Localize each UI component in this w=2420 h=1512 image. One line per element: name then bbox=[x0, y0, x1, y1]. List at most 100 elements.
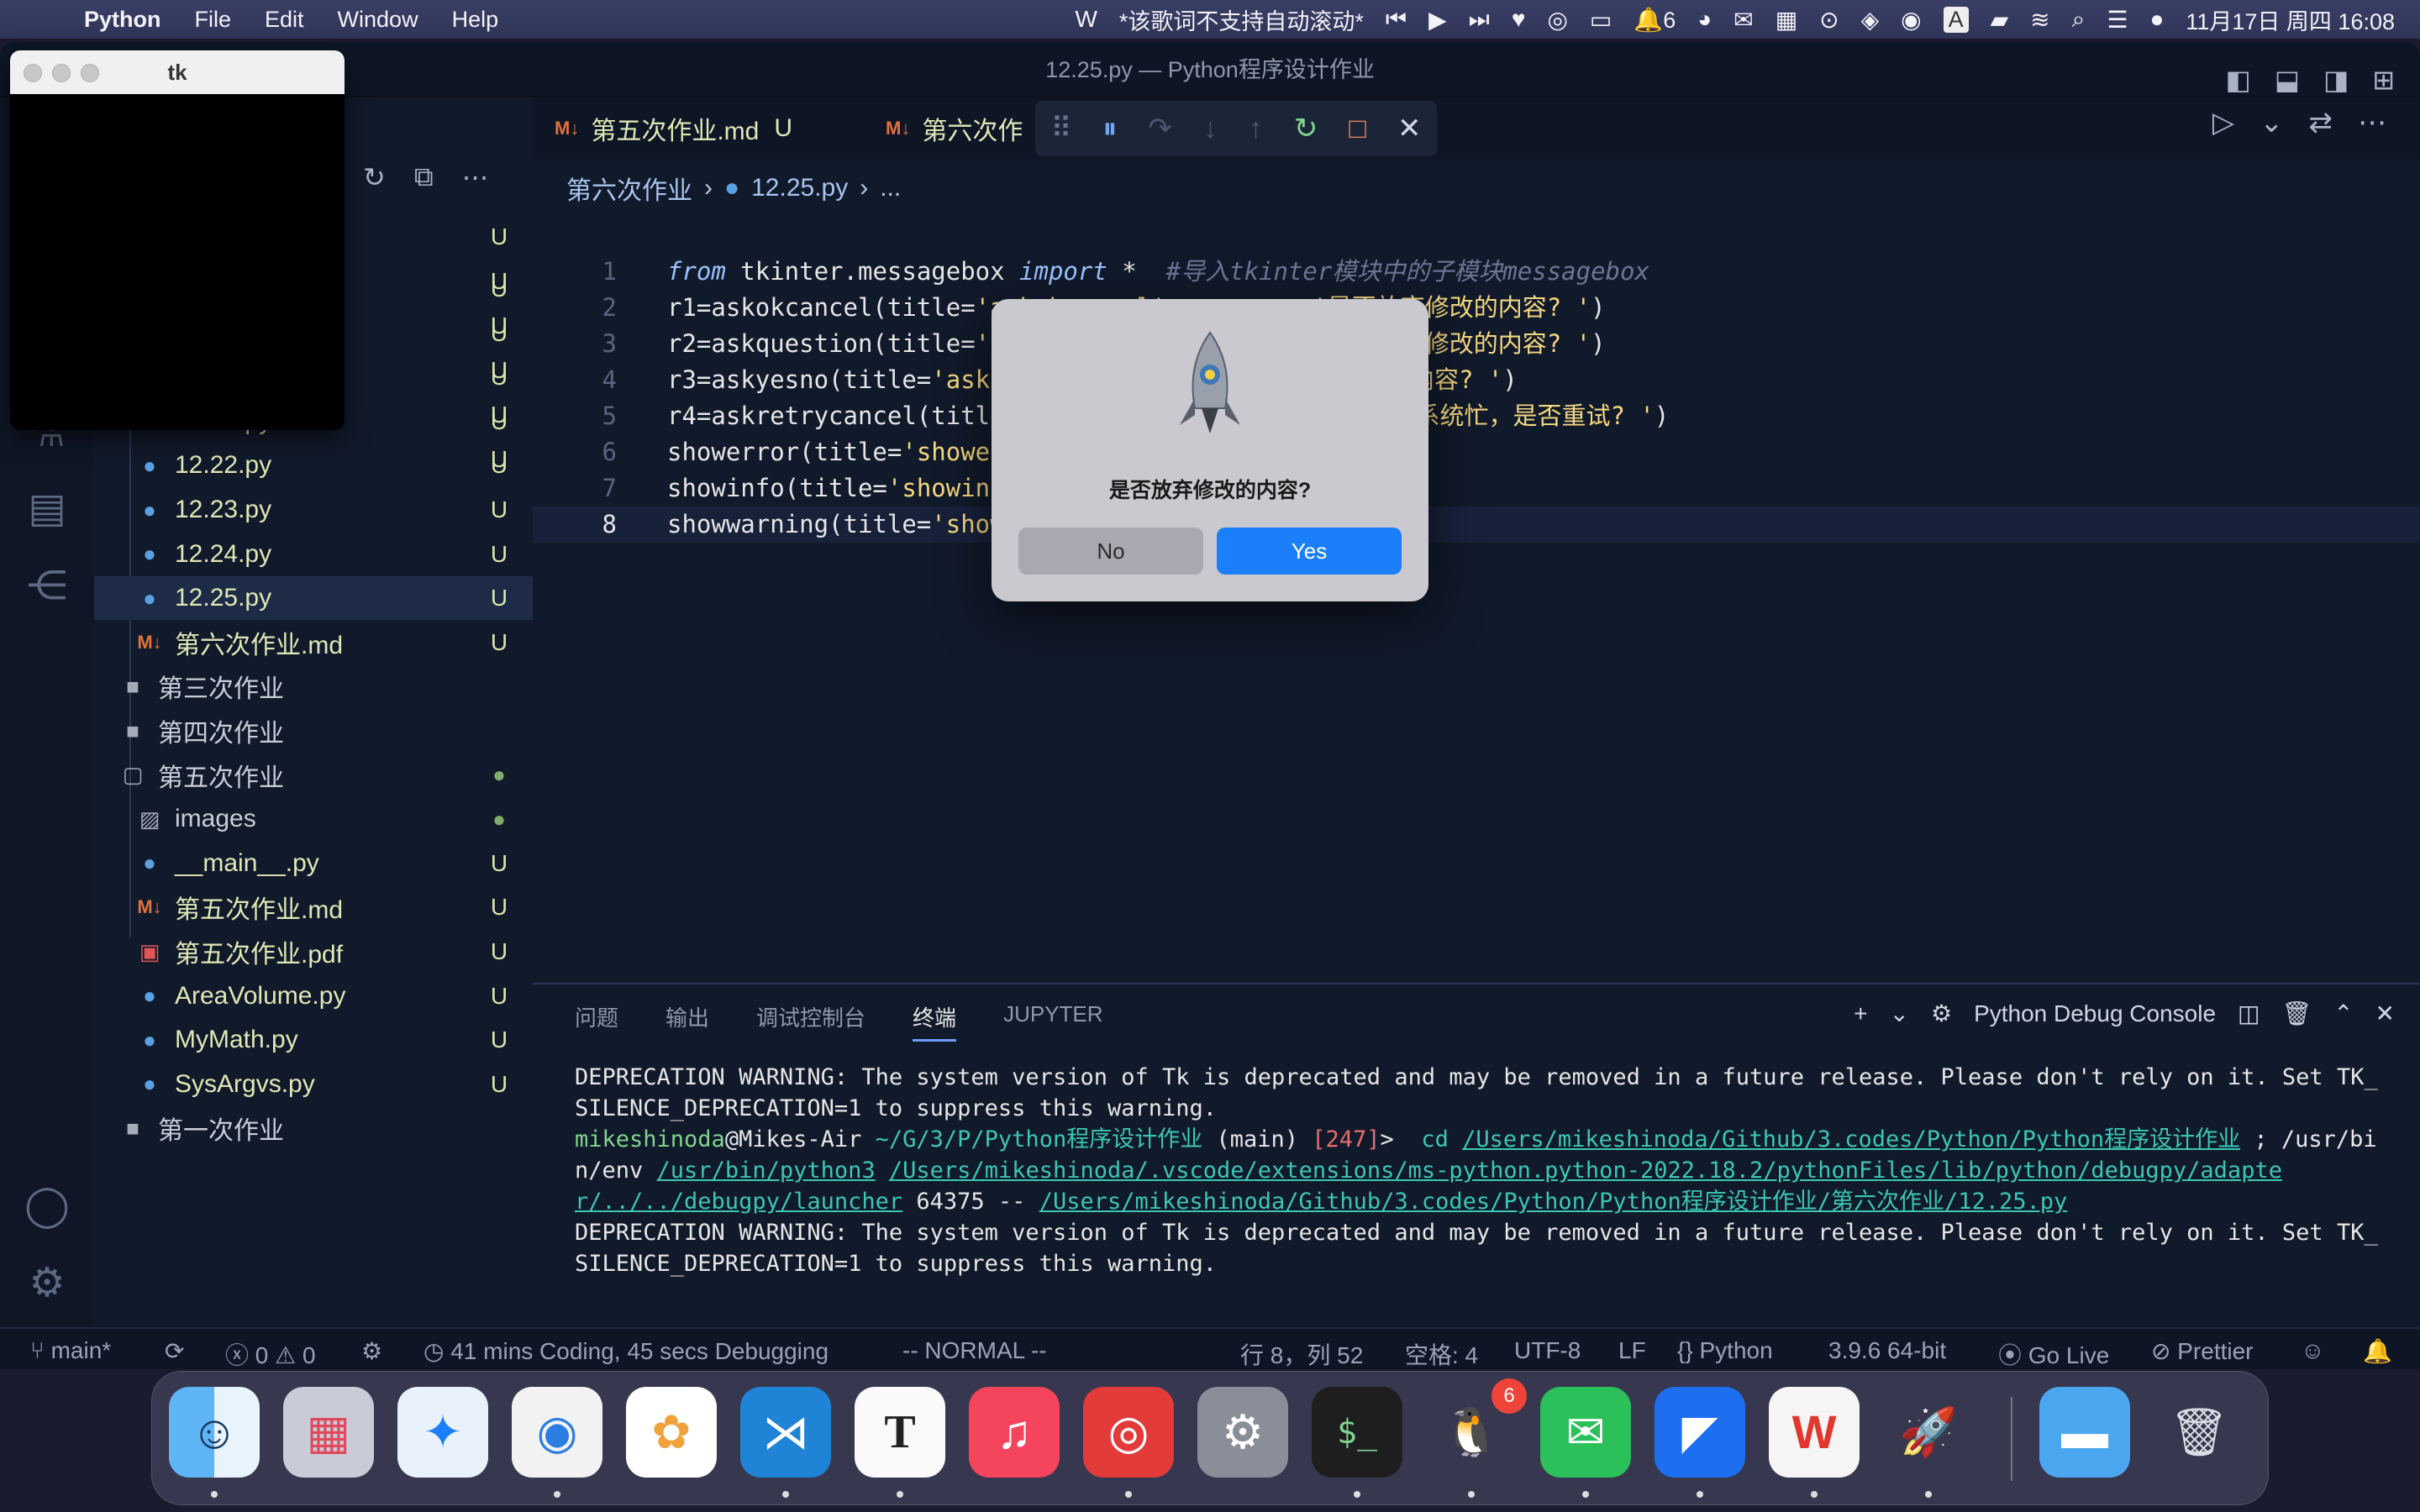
sidebar-item[interactable]: ● __main__.py U bbox=[94, 842, 533, 885]
panel-tab[interactable]: JUPYTER bbox=[1003, 1001, 1102, 1042]
siri-icon[interactable]: ● bbox=[2149, 6, 2164, 33]
breadcrumb-folder[interactable]: 第六次作业 bbox=[566, 170, 692, 207]
maximize-panel-icon[interactable]: ⌃ bbox=[2333, 1000, 2353, 1027]
wps-status-icon[interactable]: W bbox=[1075, 6, 1097, 33]
play-icon[interactable]: ▶ bbox=[1428, 6, 1447, 34]
restart-icon[interactable]: ↻ bbox=[1294, 112, 1318, 145]
code-line[interactable]: 8showwarning(title='showwarning', messag… bbox=[533, 507, 2420, 543]
close-icon[interactable]: ✕ bbox=[1397, 112, 1422, 145]
control-center-icon[interactable]: ☰ bbox=[2107, 6, 2128, 34]
menu-file[interactable]: File bbox=[178, 7, 249, 33]
sidebar-item[interactable]: ▢ 第五次作业 ● bbox=[94, 753, 533, 797]
indentation[interactable]: 空格: 4 bbox=[1405, 1337, 1478, 1369]
next-track-icon[interactable]: ⏭ bbox=[1469, 6, 1490, 34]
go-live[interactable]: ⦿ Go Live bbox=[1998, 1337, 2109, 1369]
manage-gear-icon[interactable]: ⚙ bbox=[22, 1258, 72, 1309]
tab-md-6[interactable]: M↓ 第六次作 bbox=[886, 97, 1023, 160]
tk-minimize-button[interactable] bbox=[52, 64, 71, 82]
accounts-icon[interactable]: ◯ bbox=[22, 1181, 72, 1231]
breadcrumb-rest[interactable]: ... bbox=[880, 174, 901, 202]
remote-explorer-icon[interactable]: ⋲ bbox=[22, 561, 72, 612]
battery-icon[interactable]: ▰ bbox=[1991, 6, 2009, 34]
prettier[interactable]: ⊘ Prettier bbox=[2151, 1337, 2254, 1365]
panel-tab[interactable]: 问题 bbox=[575, 1001, 618, 1042]
menu-edit[interactable]: Edit bbox=[248, 7, 321, 33]
yes-button[interactable]: Yes bbox=[1217, 528, 1402, 575]
cursor-position[interactable]: 行 8，列 52 bbox=[1240, 1337, 1363, 1369]
cmd-file[interactable]: /Users/mikeshinoda/Github/3.codes/Python… bbox=[1039, 1189, 2068, 1215]
menubar-clock[interactable]: 11月17日 周四 16:08 bbox=[2186, 3, 2395, 36]
sidebar-item[interactable]: ▣ 第五次作业.pdf U bbox=[94, 930, 533, 974]
code-line[interactable]: 5r4=askretrycancel(title='askretrycancel… bbox=[533, 398, 2420, 434]
wps-icon[interactable]: W bbox=[1769, 1387, 1860, 1478]
sidebar-item[interactable]: ▨ images ● bbox=[94, 797, 533, 841]
search-icon[interactable]: ⌕ bbox=[2072, 6, 2086, 34]
input-method-indicator[interactable]: A bbox=[1943, 6, 1969, 33]
tk-close-button[interactable] bbox=[24, 64, 42, 82]
wakatime[interactable]: ◷ 41 mins Coding, 45 secs Debugging bbox=[424, 1337, 829, 1365]
drag-handle-icon[interactable]: ⠿ bbox=[1051, 112, 1072, 145]
language-mode[interactable]: {} Python bbox=[1677, 1337, 1773, 1364]
more-actions-icon[interactable]: ⋯ bbox=[462, 161, 489, 193]
debug-status-icon[interactable]: ⚙ bbox=[361, 1337, 382, 1365]
line-ending[interactable]: LF bbox=[1618, 1337, 1646, 1364]
split-terminal-icon[interactable]: ◫ bbox=[2238, 1000, 2260, 1027]
pause-icon[interactable]: ⏸ bbox=[1102, 113, 1117, 145]
menu-app-name[interactable]: Python bbox=[67, 7, 178, 33]
sync-icon[interactable]: ⟳ bbox=[165, 1337, 184, 1365]
playback-status-icon[interactable]: ⊙ bbox=[1819, 6, 1839, 34]
notebook-icon[interactable]: ▤ bbox=[22, 484, 72, 534]
terminal-name[interactable]: Python Debug Console bbox=[1974, 1000, 2216, 1027]
compare-changes-icon[interactable]: ⇄ bbox=[2309, 106, 2333, 139]
chevron-down-icon[interactable]: ⌄ bbox=[1889, 1000, 1908, 1027]
new-terminal-icon[interactable]: + bbox=[1854, 1000, 1867, 1027]
lyric-text[interactable]: *该歌词不支持自动滚动* bbox=[1119, 3, 1364, 36]
refresh-explorer-icon[interactable]: ↻ bbox=[363, 161, 386, 193]
no-button[interactable]: No bbox=[1018, 528, 1203, 575]
menu-help[interactable]: Help bbox=[435, 7, 516, 33]
stop-icon[interactable]: □ bbox=[1349, 113, 1366, 145]
panel-tab[interactable]: 调试控制台 bbox=[756, 1001, 865, 1042]
vscode-icon[interactable]: ⋊ bbox=[740, 1387, 831, 1478]
wifi-icon[interactable]: ≋ bbox=[2030, 6, 2049, 34]
sidebar-item[interactable]: ● 12.22.py U bbox=[94, 444, 533, 487]
chevron-down-icon[interactable]: ⌄ bbox=[2260, 106, 2284, 139]
trash-icon[interactable]: 🗑 bbox=[2154, 1387, 2244, 1478]
code-line[interactable]: 3r2=askquestion(title='askquestion', mes… bbox=[533, 326, 2420, 362]
netease-status-icon[interactable]: ◎ bbox=[1547, 6, 1567, 34]
code-line[interactable]: 7showinfo(title='showinfo', message='... bbox=[533, 470, 2420, 507]
sidebar-item[interactable]: ■ 第四次作业 bbox=[94, 709, 533, 753]
code-line[interactable]: 6showerror(title='showerror', message='.… bbox=[533, 434, 2420, 470]
close-panel-icon[interactable]: ✕ bbox=[2375, 1000, 2395, 1027]
step-out-icon[interactable]: ↑ bbox=[1249, 113, 1263, 145]
cat-status-icon[interactable]: ◕ bbox=[1697, 6, 1712, 33]
problems-indicator[interactable]: ⓧ 0 ⚠ 0 bbox=[225, 1337, 316, 1369]
code-editor[interactable]: 1 from tkinter.messagebox import * #导入tki… bbox=[533, 254, 2420, 543]
menu-window[interactable]: Window bbox=[321, 7, 435, 33]
photos-icon[interactable]: ✿ bbox=[626, 1387, 717, 1478]
tk-root-window[interactable]: tk bbox=[10, 50, 345, 430]
sidebar-item[interactable]: ● AreaVolume.py U bbox=[94, 974, 533, 1018]
cmd-python[interactable]: /usr/bin/python3 bbox=[657, 1158, 876, 1184]
sidebar-item[interactable]: ● 12.25.py U bbox=[94, 576, 533, 621]
sidebar-item[interactable]: ■ 第一次作业 bbox=[94, 1106, 533, 1150]
python-interpreter[interactable]: 3.9.6 64-bit bbox=[1828, 1337, 1946, 1364]
notifications-bell-icon[interactable]: 🔔 bbox=[2363, 1337, 2392, 1365]
sidebar-item[interactable]: ■ 第三次作业 bbox=[94, 664, 533, 708]
notification-bell[interactable]: 🔔6 bbox=[1634, 6, 1676, 34]
layers-status-icon[interactable]: ◈ bbox=[1861, 6, 1880, 34]
launchpad-icon[interactable]: ▦ bbox=[283, 1387, 374, 1478]
screen-mirror-icon[interactable]: ▭ bbox=[1590, 6, 1612, 34]
feedback-icon[interactable]: ☺ bbox=[2301, 1337, 2325, 1364]
safari-icon[interactable]: ✦ bbox=[397, 1387, 488, 1478]
system-settings-icon[interactable]: ⚙ bbox=[1197, 1387, 1288, 1478]
collapse-folders-icon[interactable]: ⧉ bbox=[414, 161, 434, 193]
lark-icon[interactable]: ◤ bbox=[1655, 1387, 1745, 1478]
code-line[interactable]: 2r1=askokcancel(title='askokcancel', mes… bbox=[533, 290, 2420, 326]
chrome-icon[interactable]: ◉ bbox=[512, 1387, 602, 1478]
tk-zoom-button[interactable] bbox=[81, 64, 99, 82]
previous-track-icon[interactable]: ⏮ bbox=[1386, 6, 1407, 34]
run-file-icon[interactable]: ▷ bbox=[2212, 106, 2234, 139]
panel-tab[interactable]: 终端 bbox=[913, 1001, 957, 1042]
sidebar-item[interactable]: ● 12.23.py U bbox=[94, 488, 533, 532]
